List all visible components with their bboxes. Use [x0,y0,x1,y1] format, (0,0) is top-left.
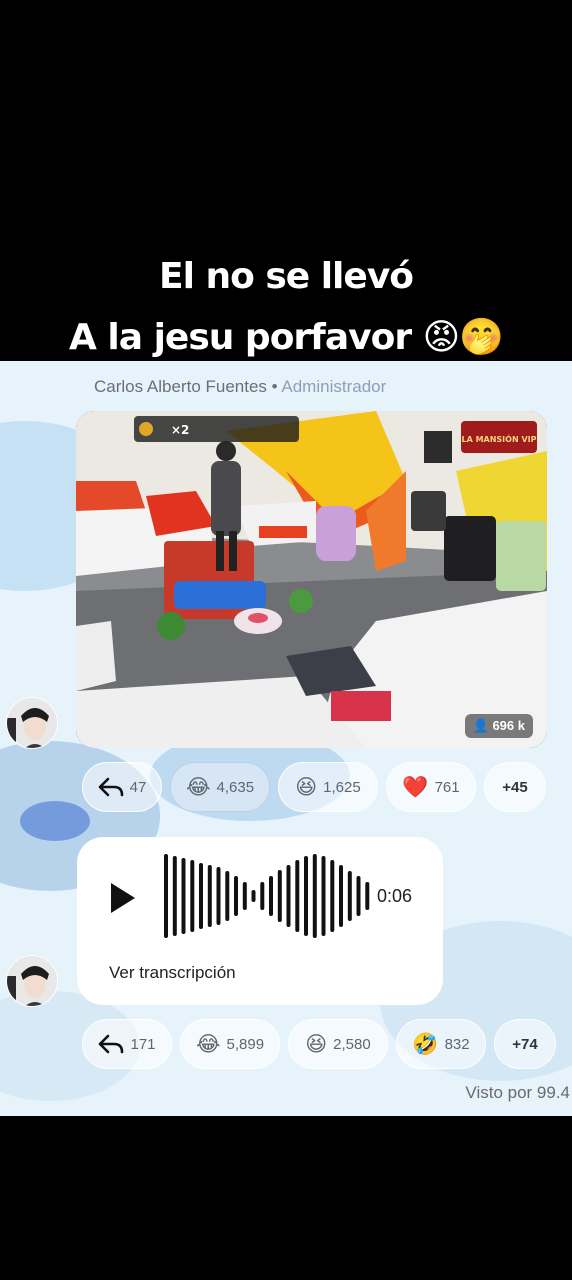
caption-line-2: A la jesu porfavor 😡🤭 [69,317,504,358]
reply-count: 171 [130,1035,156,1053]
waveform-bar [199,863,203,929]
waveform-bar [269,876,273,916]
avatar-image [7,698,57,748]
waveform[interactable] [163,851,373,941]
waveform-bar [234,876,238,916]
reaction-tears-of-joy[interactable]: 😂 4,635 [170,762,270,812]
viewer-count: 696 k [492,718,525,733]
cloud-decoration [20,801,90,841]
waveform-bar [304,856,308,936]
more-reactions-count: +74 [512,1035,538,1053]
waveform-bar [216,867,221,925]
waveform-bar [242,882,247,910]
waveform-bar [181,858,186,934]
viewers-icon: 👤 [472,718,489,733]
sender-avatar[interactable] [6,955,58,1007]
reply-icon [98,777,123,797]
reaction-grinning-squint[interactable]: 😆 2,580 [288,1019,388,1069]
audio-reactions: 171 😂 5,899 😆 2,580 🤣 832 +74 [82,1019,556,1069]
waveform-bar [365,882,370,910]
waveform-bar [356,876,361,916]
waveform-bar [172,856,177,936]
reaction-count: 761 [434,778,460,796]
rolling-laughing-emoji: 🤣 [412,1031,439,1056]
reaction-grinning-squint[interactable]: 😆 1,625 [278,762,378,812]
reply-count: 47 [129,778,147,796]
waveform-bar [251,890,256,902]
waveform-bar [225,871,230,921]
sender-role: Administrador [281,377,387,396]
seen-by-count: Visto por 99.4 [465,1083,570,1102]
tears-of-joy-emoji: 😂 [195,1031,221,1056]
reply-pill[interactable]: 47 [82,762,162,812]
channel-chat: Carlos Alberto Fuentes • Administrador ×… [0,361,572,1116]
viewer-count-badge: 👤 696 k [464,714,533,738]
waveform-bar [339,865,343,927]
more-reactions-count: +45 [502,778,528,796]
video-frame-bedroom: ×2 LA MANSIÓN VIP [76,411,547,748]
waveform-bar [260,882,265,910]
grinning-squint-emoji: 😆 [295,774,318,799]
waveform-bar [164,854,168,938]
waveform-bar [190,860,195,932]
show-logo: LA MANSIÓN VIP [462,433,537,444]
reaction-tears-of-joy[interactable]: 😂 5,899 [180,1019,280,1069]
reaction-count: 2,580 [333,1035,371,1053]
waveform-bar [330,860,335,932]
audio-message: 0:06 Ver transcripción [77,837,443,1005]
waveform-bar [321,856,326,936]
avatar-image [7,956,57,1006]
grinning-squint-emoji: 😆 [305,1031,328,1056]
reaction-rolling-laughing[interactable]: 🤣 832 [396,1019,486,1069]
audio-duration: 0:06 [377,886,413,906]
reaction-count: 832 [444,1035,470,1053]
reaction-count: 5,899 [226,1035,265,1053]
waveform-bar [295,860,300,932]
waveform-bar [347,871,352,921]
waveform-bar [207,865,212,927]
post-reactions: 47 😂 4,635 😆 1,625 ❤️ 761 +45 [82,762,546,812]
reaction-count: 4,635 [216,778,255,796]
waveform-bar [286,865,291,927]
sender-separator: • [266,377,282,396]
waveform-bar [312,854,317,938]
tears-of-joy-emoji: 😂 [185,774,211,799]
play-icon[interactable] [109,881,137,915]
reaction-red-heart[interactable]: ❤️ 761 [386,762,476,812]
red-heart-emoji: ❤️ [402,774,429,799]
view-transcription-link[interactable]: Ver transcripción [109,963,236,983]
video-message[interactable]: ×2 LA MANSIÓN VIP 👤 696 k [76,411,547,748]
sender-avatar[interactable] [6,697,58,749]
waveform-bar [277,870,282,922]
message-sender: Carlos Alberto Fuentes • Administrador [94,377,386,397]
more-reactions-button[interactable]: +74 [494,1019,556,1069]
reply-icon [99,1034,124,1054]
reply-pill[interactable]: 171 [82,1019,172,1069]
more-reactions-button[interactable]: +45 [484,762,546,812]
caption-line-1: El no se llevó [158,256,414,297]
hud-multiplier: ×2 [171,423,189,437]
sender-name: Carlos Alberto Fuentes [94,377,267,396]
reaction-count: 1,625 [323,778,361,796]
